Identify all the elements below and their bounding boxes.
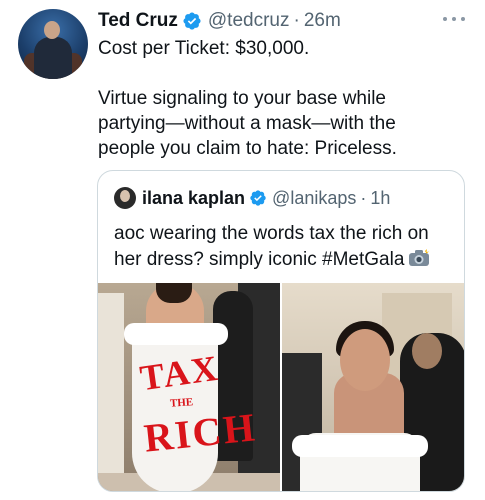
dress-text-the: THE [169, 396, 194, 410]
quoted-text-line-wrap: her dress? simply iconic #MetGala [114, 247, 454, 273]
camera-flash-icon [409, 249, 430, 266]
quoted-tweet-header: ilana kaplan @lanikaps · 1h [114, 187, 390, 209]
photo-bystander [98, 293, 124, 473]
quoted-author-name[interactable]: ilana kaplan [142, 188, 245, 209]
avatar-figure-body [34, 37, 72, 79]
quoted-text-line: her dress? simply iconic #MetGala [114, 249, 405, 270]
photo-dress-back[interactable]: TAX THE RICH [98, 283, 280, 491]
tweet-text-line: Cost per Ticket: $30,000. [98, 38, 310, 59]
author-avatar[interactable] [18, 9, 88, 79]
separator-dot: · [360, 187, 367, 208]
photo-face [340, 329, 390, 391]
tweet-timestamp[interactable]: 26m [304, 10, 341, 32]
photo-hair [156, 283, 192, 303]
tweet-text-line: partying—without a mask—with the [98, 113, 396, 134]
quoted-tweet-text: aoc wearing the words tax the rich on he… [114, 221, 454, 273]
tweet-text: Cost per Ticket: $30,000. Virtue signali… [98, 36, 468, 161]
more-dot [452, 17, 456, 21]
verified-badge-icon [250, 190, 266, 206]
more-dot [461, 17, 465, 21]
quoted-author-handle[interactable]: @lanikaps [272, 188, 356, 209]
author-handle[interactable]: @tedcruz [208, 10, 290, 32]
author-name[interactable]: Ted Cruz [98, 10, 178, 32]
verified-badge-icon [183, 12, 201, 30]
tweet[interactable]: Ted Cruz @tedcruz · 26m Cost per Ticket:… [0, 0, 485, 500]
photo-off-shoulder-neckline [292, 435, 428, 457]
photo-portrait[interactable] [282, 283, 464, 491]
quoted-text-line: aoc wearing the words tax the rich on [114, 223, 429, 244]
more-dot [443, 17, 447, 21]
photo-bystander-head [412, 333, 442, 369]
photo-off-shoulder-neckline [124, 323, 228, 345]
quoted-tweet-timestamp[interactable]: 1h [370, 188, 390, 209]
tweet-text-line: Virtue signaling to your base while [98, 88, 386, 109]
avatar-figure-head [44, 21, 60, 39]
media-grid: TAX THE RICH [98, 283, 464, 491]
quoted-author-avatar[interactable] [114, 187, 136, 209]
tweet-text-line: people you claim to hate: Priceless. [98, 138, 397, 159]
quoted-tweet[interactable]: ilana kaplan @lanikaps · 1h aoc wearing … [97, 170, 465, 492]
tweet-header: Ted Cruz @tedcruz · 26m [98, 9, 341, 33]
more-options-icon[interactable] [443, 12, 465, 26]
separator-dot: · [293, 10, 300, 31]
